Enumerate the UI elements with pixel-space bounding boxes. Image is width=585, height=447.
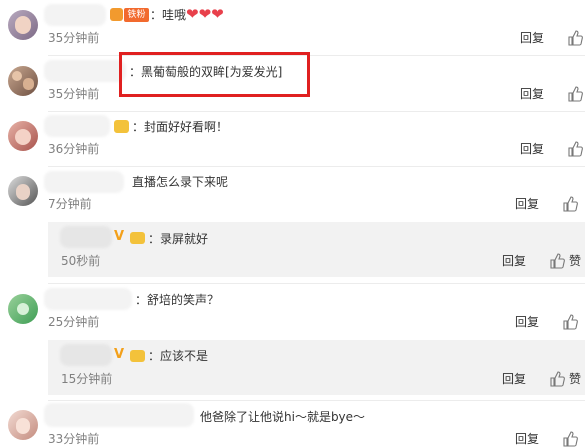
username-blurred[interactable]	[60, 226, 112, 248]
like-icon[interactable]	[562, 314, 578, 330]
username-blurred[interactable]	[60, 344, 112, 366]
fan-badge: 铁粉	[124, 8, 149, 22]
comment-time: 35分钟前	[48, 31, 100, 45]
reply-text: ：应该不是	[148, 349, 209, 363]
vip-badge-icon	[110, 8, 123, 21]
reply-button[interactable]: 回复	[520, 141, 544, 157]
username-blurred[interactable]	[44, 403, 194, 427]
comment-text: 他爸除了让他说hi～就是bye～	[200, 410, 366, 424]
avatar[interactable]	[8, 410, 38, 440]
vip-v-icon: V	[114, 229, 125, 244]
vip-v-icon: V	[114, 347, 125, 362]
divider	[48, 400, 585, 401]
reply-button[interactable]: 回复	[502, 371, 526, 387]
like-icon[interactable]	[567, 30, 583, 46]
reply-button[interactable]: 回复	[502, 253, 526, 269]
avatar[interactable]	[8, 121, 38, 151]
avatar[interactable]	[8, 294, 38, 324]
divider	[48, 111, 585, 112]
reply-button[interactable]: 回复	[515, 431, 539, 447]
avatar[interactable]	[8, 66, 38, 96]
divider	[48, 166, 585, 167]
crown-badge-icon	[114, 120, 129, 133]
reply-time: 50秒前	[61, 254, 101, 268]
reply-button[interactable]: 回复	[520, 86, 544, 102]
like-icon[interactable]	[567, 141, 583, 157]
like-icon[interactable]	[549, 253, 565, 269]
avatar[interactable]	[8, 176, 38, 206]
highlight-box	[119, 52, 310, 97]
reply-text: ：录屏就好	[148, 232, 209, 246]
username-blurred[interactable]	[44, 60, 126, 82]
username-blurred[interactable]	[44, 4, 106, 26]
username-blurred[interactable]	[44, 115, 110, 137]
comment-time: 25分钟前	[48, 315, 100, 329]
like-icon[interactable]	[549, 371, 565, 387]
comment-text: 直播怎么录下来呢	[132, 175, 229, 189]
comment-text: ：舒培的笑声？	[135, 293, 220, 307]
comment-time: 33分钟前	[48, 432, 100, 446]
like-label[interactable]: 赞	[569, 371, 581, 387]
divider	[48, 283, 585, 284]
heart-icon: ❤❤❤	[186, 5, 224, 23]
comment-time: 36分钟前	[48, 142, 100, 156]
crown-badge-icon	[130, 232, 145, 244]
like-label[interactable]: 赞	[569, 253, 581, 269]
like-icon[interactable]	[567, 86, 583, 102]
reply-button[interactable]: 回复	[520, 30, 544, 46]
avatar[interactable]	[8, 10, 38, 40]
crown-badge-icon	[130, 350, 145, 362]
comment-text: ：哇哦	[150, 8, 187, 22]
reply-button[interactable]: 回复	[515, 314, 539, 330]
comment-text: ：封面好好看啊！	[132, 120, 229, 134]
comment-time: 35分钟前	[48, 87, 100, 101]
username-blurred[interactable]	[44, 171, 124, 193]
username-blurred[interactable]	[44, 288, 132, 310]
reply-button[interactable]: 回复	[515, 196, 539, 212]
like-icon[interactable]	[562, 196, 578, 212]
reply-time: 15分钟前	[61, 372, 113, 386]
comment-time: 7分钟前	[48, 197, 92, 211]
like-icon[interactable]	[562, 431, 578, 447]
